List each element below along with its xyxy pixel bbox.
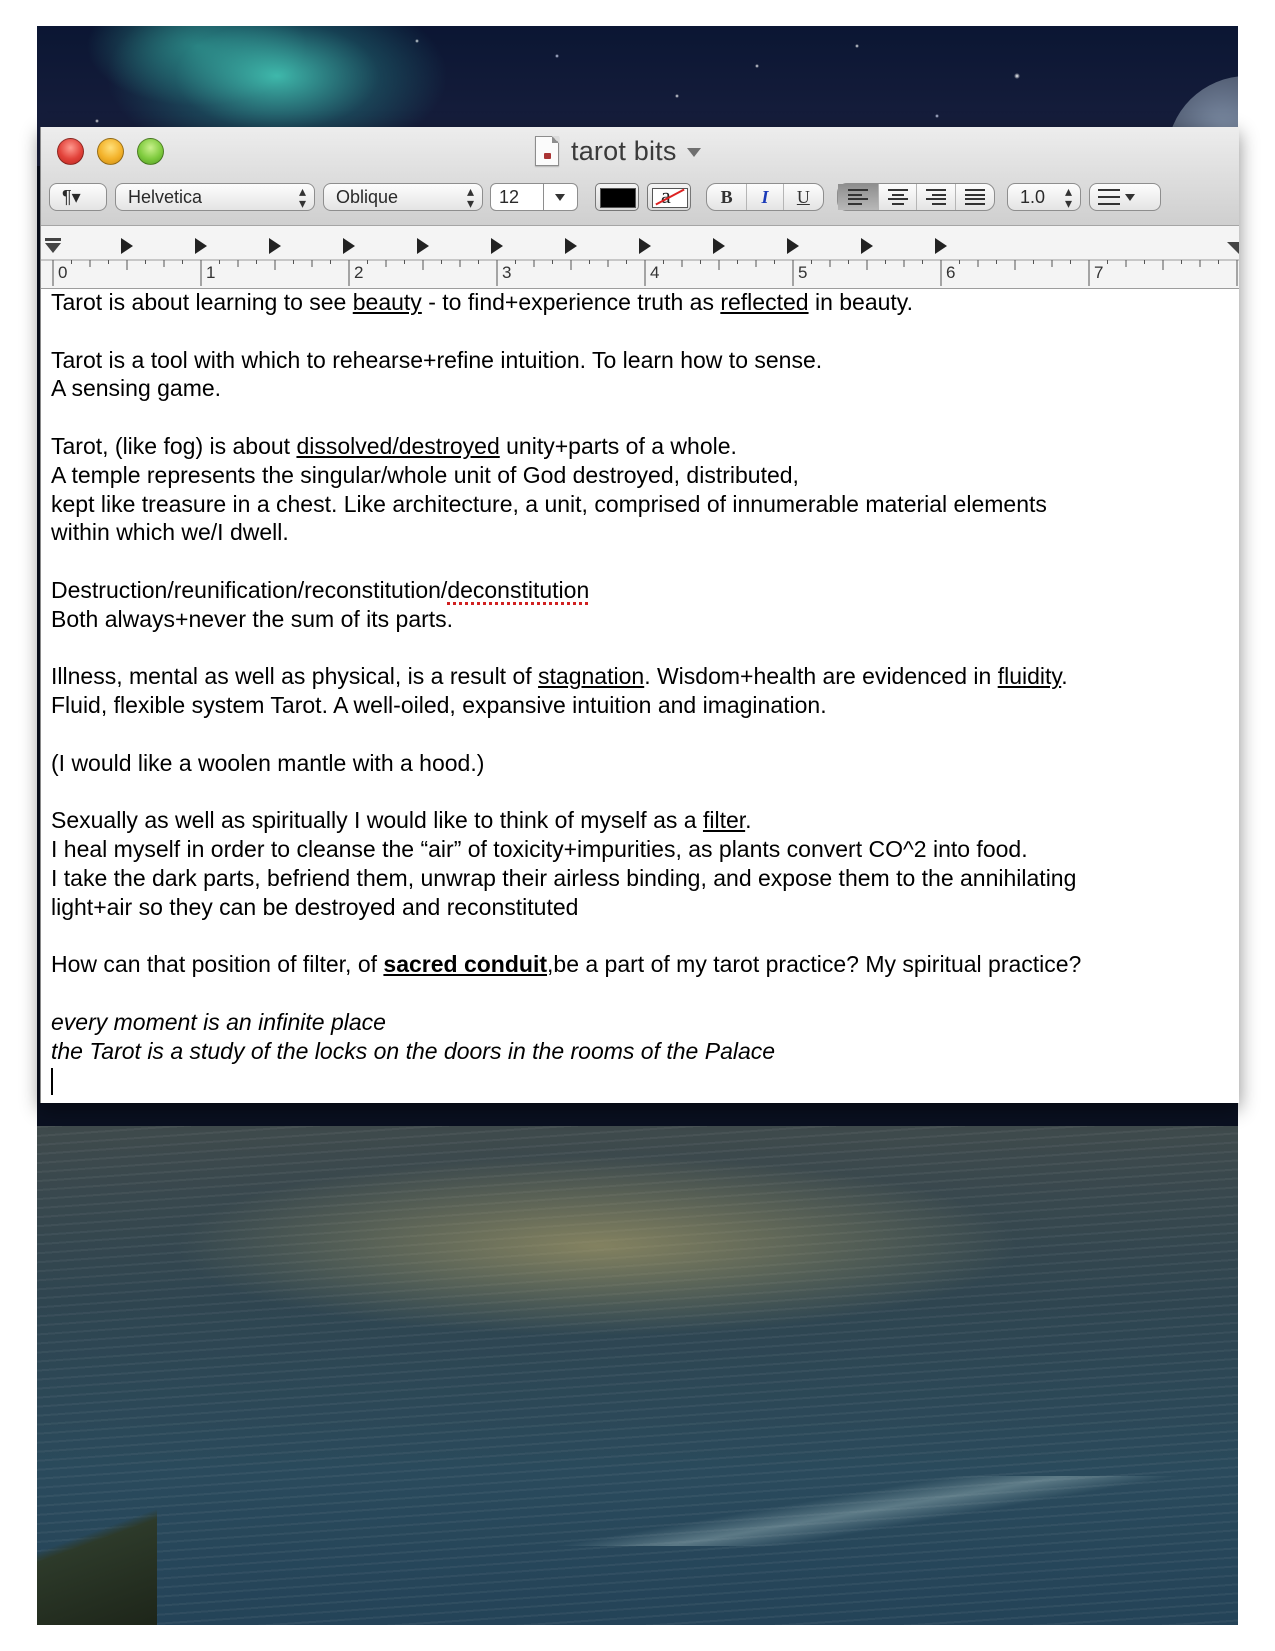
text-line: Tarot, (like fog) is about dissolved/des… — [51, 432, 737, 459]
right-margin-marker — [1227, 242, 1239, 254]
titlebar[interactable]: tarot bits ¶▾ Helvetica ▴ ▾ Oblique ▴ ▾ 12 — [41, 127, 1239, 226]
desktop-wallpaper-shore — [37, 1456, 157, 1625]
underlined-word: dissolved/destroyed — [296, 432, 500, 459]
close-button[interactable] — [57, 138, 84, 165]
window-title: tarot bits — [571, 135, 677, 166]
stepper-icon: ▴ ▾ — [466, 183, 474, 211]
text-line: A sensing game. — [51, 375, 222, 402]
line-spacing-value: 1.0 — [1020, 187, 1046, 207]
text-line: How can that position of filter, of sacr… — [51, 951, 1082, 978]
tab-stop-marker[interactable] — [491, 238, 503, 254]
document-text-area[interactable]: Tarot is about learning to see beauty - … — [51, 288, 1231, 1095]
text-line: Fluid, flexible system Tarot. A well-oil… — [51, 692, 827, 719]
font-size-combo[interactable]: 12 — [490, 183, 578, 211]
italic-button[interactable]: I — [746, 184, 782, 210]
stepper-icon: ▴ ▾ — [298, 183, 306, 211]
textedit-window: tarot bits ¶▾ Helvetica ▴ ▾ Oblique ▴ ▾ 12 — [40, 127, 1239, 1103]
text-line: Destruction/reunification/reconstitution… — [51, 576, 590, 603]
ruler-number: 2 — [354, 263, 364, 282]
font-size-value: 12 — [499, 187, 520, 207]
paragraph-styles-button[interactable]: ¶▾ — [49, 183, 107, 211]
minimize-button[interactable] — [97, 138, 124, 165]
tab-stop-marker[interactable] — [417, 238, 429, 254]
text-line: Both always+never the sum of its parts. — [51, 605, 454, 632]
text-line: Tarot is a tool with which to rehearse+r… — [51, 346, 823, 373]
tab-stop-marker[interactable] — [861, 238, 873, 254]
tab-stop-marker[interactable] — [269, 238, 281, 254]
ruler-number: 4 — [650, 263, 660, 282]
text-line-italic: every moment is an infinite place — [51, 1008, 386, 1035]
text-line: Illness, mental as well as physical, is … — [51, 663, 1068, 690]
tab-stop-marker[interactable] — [787, 238, 799, 254]
tab-stop-marker[interactable] — [565, 238, 577, 254]
underlined-word: filter — [702, 807, 746, 834]
text-line-italic: the Tarot is a study of the locks on the… — [51, 1037, 776, 1064]
insertion-point-line — [51, 1066, 1231, 1095]
text-line: (I would like a woolen mantle with a hoo… — [51, 749, 485, 776]
align-left-button[interactable] — [838, 184, 878, 210]
underlined-word: reflected — [720, 289, 809, 315]
misspelled-word[interactable]: deconstitution — [447, 577, 589, 603]
ruler-number: 5 — [798, 263, 808, 282]
bold-button[interactable]: B — [707, 184, 746, 210]
tab-stop-marker[interactable] — [195, 238, 207, 254]
title-menu-arrow-icon[interactable] — [686, 148, 701, 157]
tab-stop-marker[interactable] — [121, 238, 133, 254]
ruler-number: 6 — [946, 263, 956, 282]
tab-stop-marker[interactable] — [639, 238, 651, 254]
font-style-value: Oblique — [336, 187, 399, 207]
text-line: within which we/I dwell. — [51, 519, 289, 546]
alignment-segments — [837, 183, 995, 211]
justify-icon — [965, 189, 986, 205]
font-size-dropdown-icon[interactable] — [555, 194, 565, 201]
justify-button[interactable] — [955, 184, 994, 210]
text-color-well[interactable] — [595, 183, 639, 211]
underlined-word: fluidity — [997, 663, 1062, 690]
underline-button[interactable]: U — [782, 184, 823, 210]
desktop-wallpaper-sea — [37, 1126, 1238, 1625]
underlined-word: stagnation — [538, 663, 645, 690]
tab-stop-marker[interactable] — [713, 238, 725, 254]
indent-first-line-marker[interactable] — [45, 238, 61, 241]
text-line: kept like treasure in a chest. Like arch… — [51, 490, 1047, 517]
text-line: I heal myself in order to cleanse the “a… — [51, 836, 1028, 863]
list-bullets-button[interactable] — [1089, 183, 1161, 211]
font-family-select[interactable]: Helvetica ▴ ▾ — [115, 183, 315, 211]
ruler-number: 0 — [58, 263, 68, 282]
text-line: Sexually as well as spiritually I would … — [51, 807, 752, 834]
align-right-icon — [926, 189, 947, 205]
desktop-wallpaper-foam — [487, 1476, 1238, 1546]
stepper-icon: ▴ ▾ — [1064, 183, 1072, 211]
underlined-word: beauty — [352, 289, 422, 315]
align-right-button[interactable] — [916, 184, 955, 210]
zoom-button[interactable] — [137, 138, 164, 165]
tab-stop-marker[interactable] — [343, 238, 355, 254]
bold-underlined-phrase: sacred conduit — [383, 951, 548, 978]
list-icon — [1090, 184, 1160, 210]
window-title-area[interactable]: tarot bits — [535, 133, 701, 169]
line-spacing-select[interactable]: 1.0 ▴ ▾ — [1007, 183, 1081, 211]
tab-stop-marker[interactable] — [935, 238, 947, 254]
paragraph-styles-label: ¶▾ — [62, 187, 81, 207]
align-center-button[interactable] — [877, 184, 917, 210]
align-center-icon — [887, 189, 908, 205]
text-line: light+air so they can be destroyed and r… — [51, 893, 579, 920]
ruler-number: 1 — [206, 263, 216, 282]
ruler-number: 7 — [1094, 263, 1104, 282]
text-line: A temple represents the singular/whole u… — [51, 461, 799, 488]
text-line: Tarot is about learning to see beauty - … — [51, 289, 913, 315]
highlight-color-well[interactable]: a — [647, 183, 691, 211]
ruler[interactable]: 0 1 2 3 4 5 6 7 — [41, 226, 1239, 289]
text-color-swatch — [600, 188, 636, 208]
document-icon[interactable] — [535, 136, 559, 166]
ruler-number: 3 — [502, 263, 512, 282]
font-style-select[interactable]: Oblique ▴ ▾ — [323, 183, 483, 211]
text-style-segments: B I U — [706, 183, 824, 211]
font-family-value: Helvetica — [128, 187, 203, 207]
indent-left-marker[interactable] — [45, 243, 61, 253]
text-line: I take the dark parts, befriend them, un… — [51, 864, 1077, 891]
text-caret — [51, 1067, 53, 1095]
ruler-ticks[interactable] — [41, 226, 1239, 288]
align-left-icon — [847, 189, 868, 205]
